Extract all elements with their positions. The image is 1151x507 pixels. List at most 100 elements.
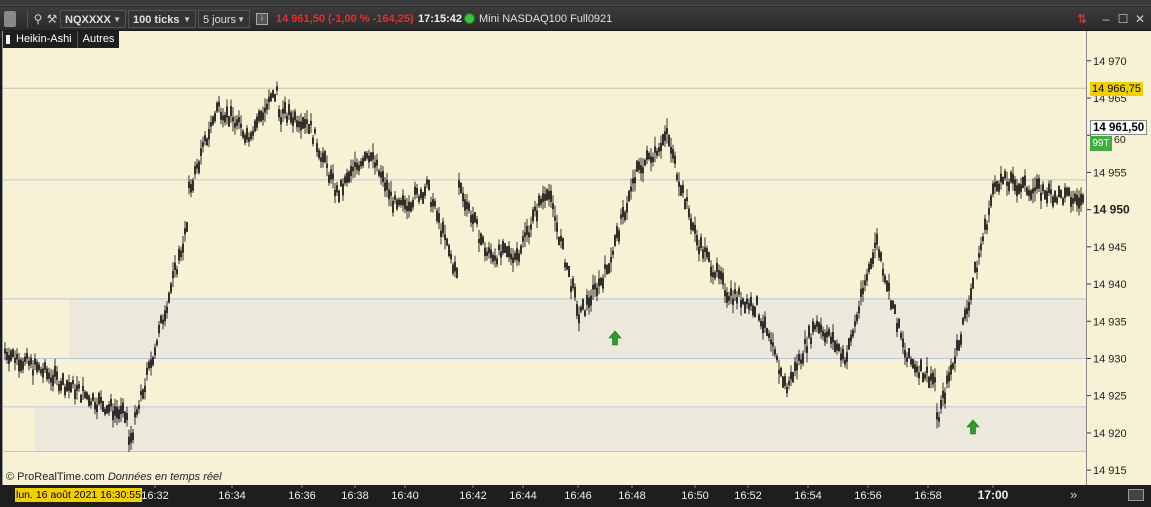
period-selector[interactable]: 5 jours ▼ [198, 10, 250, 28]
candle-body [514, 253, 516, 260]
interval-selector[interactable]: 100 ticks ▼ [128, 10, 196, 28]
candle-body [1034, 187, 1036, 192]
candle-body [516, 248, 518, 260]
candle-body [418, 196, 420, 202]
candle-body [934, 377, 936, 383]
candle-body [928, 376, 930, 389]
candle-body [898, 319, 900, 328]
drag-handle-icon[interactable] [4, 11, 16, 27]
candle-body [474, 212, 476, 223]
candle-body [468, 203, 470, 211]
symbol-selector[interactable]: NQXXXX ▼ [60, 10, 126, 28]
candle-body [842, 348, 844, 360]
candle-body [688, 208, 690, 218]
candle-body [634, 177, 636, 184]
candle-body [354, 162, 356, 167]
price-tick-label: 14 925 [1093, 391, 1127, 403]
candle-body [308, 124, 310, 135]
candle-body [682, 185, 684, 194]
period-label: 5 jours [203, 14, 237, 26]
candle-body [806, 346, 808, 353]
candle-body [754, 306, 756, 318]
candle-body [752, 305, 754, 316]
candle-body [138, 404, 140, 409]
candle-body [686, 197, 688, 202]
candle-body [674, 155, 676, 164]
candle-body [804, 339, 806, 344]
candle-body [716, 262, 718, 272]
scroll-right-icon[interactable]: » [1070, 487, 1077, 503]
candle-body [808, 325, 810, 338]
candle-body [786, 386, 788, 394]
candle-body [1078, 197, 1080, 209]
candle-body [738, 288, 740, 295]
candle-body [1044, 190, 1046, 200]
candle-body [1060, 190, 1062, 198]
candle-body [52, 375, 54, 386]
price-chart[interactable]: Heikin-Ashi Autres © ProRealTime.com Don… [2, 31, 1087, 485]
candle-body [846, 352, 848, 362]
candle-body [732, 298, 734, 305]
candle-body [552, 203, 554, 210]
price-axis[interactable]: 14 970 14 965 14 955 14 950 14 945 14 940 14 9… [1086, 31, 1151, 485]
candle-body [562, 238, 564, 250]
close-icon[interactable]: ✕ [1132, 11, 1148, 27]
candle-body [362, 157, 364, 166]
candle-body [336, 185, 338, 193]
candle-body [366, 153, 368, 159]
candle-body [906, 357, 908, 362]
time-tick-label: 16:50 [681, 490, 709, 502]
candle-body [90, 401, 92, 406]
candle-body [994, 182, 996, 187]
candle-body [430, 202, 432, 207]
candle-body [956, 340, 958, 351]
candle-body [452, 264, 454, 274]
candle-body [1072, 198, 1074, 204]
minimize-icon[interactable]: – [1098, 11, 1114, 27]
partial-tick-label: 60 [1114, 134, 1126, 146]
candle-body [856, 314, 858, 322]
interval-label: 100 ticks [133, 14, 180, 26]
candle-body [968, 302, 970, 311]
candle-body [834, 340, 836, 353]
candle-body [22, 361, 24, 370]
time-axis[interactable]: 16:32 16:34 16:36 16:38 16:40 16:42 16:44 16:46… [0, 485, 1151, 507]
candle-body [246, 128, 248, 140]
settings-icon[interactable]: ⚒ [44, 11, 60, 27]
candle-body [120, 405, 122, 415]
candle-body [278, 109, 280, 118]
price-tick-label: 14 955 [1093, 167, 1127, 179]
copyright-notice: © ProRealTime.com Données en temps réel [6, 471, 222, 483]
candle-body [932, 372, 934, 385]
clock: 17:15:42 [418, 13, 463, 25]
expand-icon[interactable] [1128, 489, 1144, 501]
candle-body [102, 400, 104, 412]
candle-body [1076, 194, 1078, 206]
candles [4, 81, 1084, 452]
sync-icon[interactable]: ⇅ [1074, 11, 1090, 27]
candle-body [824, 332, 826, 343]
candle-body [556, 222, 558, 232]
support-zone [69, 298, 1087, 359]
candle-body [972, 277, 974, 289]
candle-body [4, 348, 6, 354]
copyright-text: © ProRealTime.com [6, 471, 105, 483]
candle-body [916, 366, 918, 373]
time-tick-label: 16:32 [141, 490, 169, 502]
candle-body [572, 278, 574, 289]
candle-body [774, 349, 776, 355]
candle-body [702, 249, 704, 259]
candle-body [158, 324, 160, 334]
symbol-label: NQXXXX [65, 14, 111, 26]
candle-body [1052, 196, 1054, 207]
candle-body [544, 193, 546, 201]
candle-body [274, 94, 276, 102]
candle-body [58, 384, 60, 391]
candle-body [838, 344, 840, 351]
candle-body [334, 189, 336, 197]
maximize-icon[interactable]: ☐ [1115, 11, 1131, 27]
candle-body [486, 251, 488, 257]
price-tick-label: 14 945 [1093, 242, 1127, 254]
info-icon[interactable]: i [256, 13, 268, 25]
candle-body [210, 122, 212, 127]
